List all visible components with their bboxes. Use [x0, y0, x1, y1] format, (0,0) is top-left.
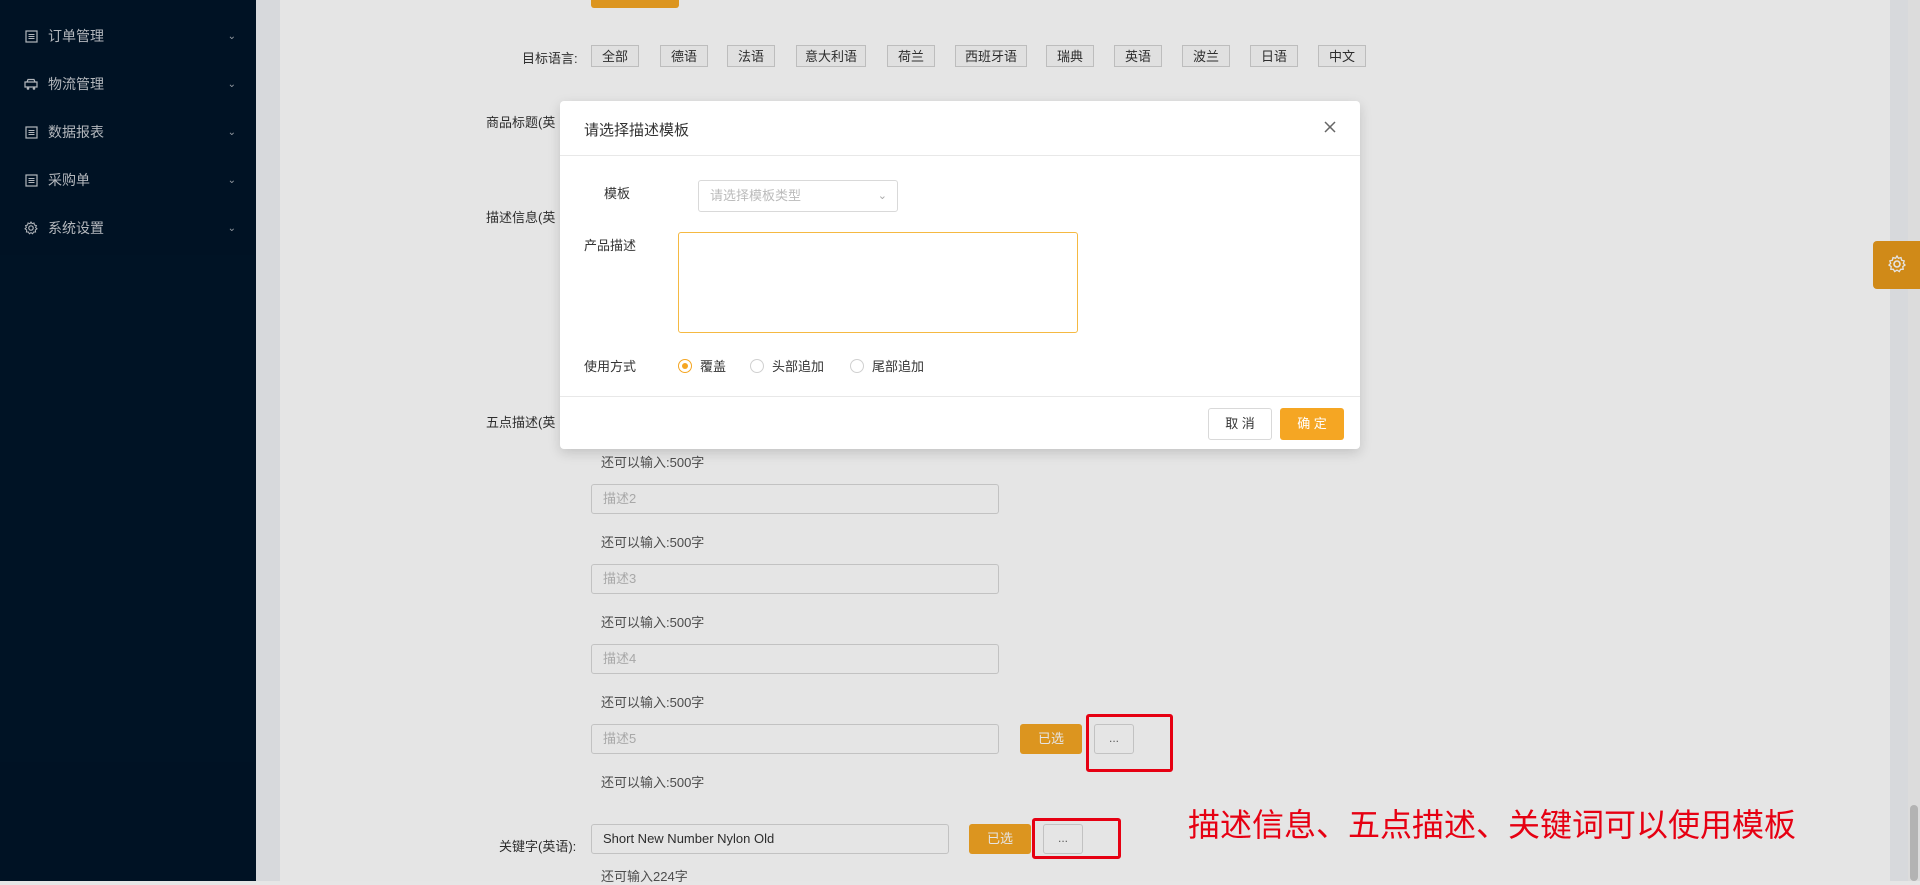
chevron-down-icon: ⌄ [227, 30, 236, 42]
product-title-label: 商品标题(英 [486, 115, 556, 130]
document-icon [24, 29, 38, 43]
lang-german[interactable]: 德语 [660, 45, 708, 67]
bullet-input-4[interactable]: 描述4 [591, 644, 999, 674]
sidebar-item-label: 订单管理 [48, 28, 104, 44]
keyword-input[interactable]: Short New Number Nylon Old [591, 824, 949, 854]
remaining-count: 还可以输入:500字 [601, 535, 705, 550]
product-desc-label: 产品描述 [584, 238, 637, 253]
radio-append[interactable]: 尾部追加 [850, 356, 924, 375]
sidebar: 订单管理 ⌄ 物流管理 ⌄ 数据报表 ⌄ 采购单 ⌄ 系统设置 ⌄ [0, 0, 256, 881]
sidebar-item-orders[interactable]: 订单管理 ⌄ [0, 12, 256, 60]
remaining-count: 还可以输入:500字 [601, 775, 705, 790]
radio-unchecked-icon [750, 358, 764, 373]
confirm-button[interactable]: 确 定 [1280, 408, 1344, 440]
chevron-down-icon: ⌄ [227, 222, 236, 234]
target-language-label: 目标语言: [522, 51, 578, 66]
radio-label: 尾部追加 [872, 359, 925, 374]
sidebar-item-settings[interactable]: 系统设置 ⌄ [0, 204, 256, 252]
radio-prepend[interactable]: 头部追加 [750, 356, 824, 375]
document-icon [24, 125, 38, 139]
product-desc-textarea[interactable] [678, 232, 1078, 333]
template-modal: 请选择描述模板 模板 请选择模板类型 ⌄ 产品描述 使用方式 覆盖 头部追加 尾… [560, 101, 1360, 449]
settings-tab[interactable] [1873, 241, 1920, 289]
document-icon [24, 173, 38, 187]
sidebar-item-label: 采购单 [48, 172, 90, 188]
remaining-count: 还可以输入:500字 [601, 615, 705, 630]
lang-japanese[interactable]: 日语 [1250, 45, 1298, 67]
chevron-down-icon: ⌄ [227, 126, 236, 138]
bullet-input-3[interactable]: 描述3 [591, 564, 999, 594]
sidebar-item-logistics[interactable]: 物流管理 ⌄ [0, 60, 256, 108]
sidebar-item-label: 物流管理 [48, 76, 104, 92]
radio-label: 头部追加 [772, 359, 825, 374]
radio-label: 覆盖 [700, 359, 727, 374]
remaining-count: 还可以输入:500字 [601, 695, 705, 710]
lang-swedish[interactable]: 瑞典 [1046, 45, 1094, 67]
close-icon[interactable] [1320, 117, 1340, 137]
lang-spanish[interactable]: 西班牙语 [955, 45, 1027, 67]
selected-button[interactable]: 已选 [1020, 724, 1082, 754]
sidebar-item-reports[interactable]: 数据报表 ⌄ [0, 108, 256, 156]
sidebar-item-purchase[interactable]: 采购单 ⌄ [0, 156, 256, 204]
submit-button-partial[interactable] [591, 0, 679, 8]
bullet-input-2[interactable]: 描述2 [591, 484, 999, 514]
cancel-button[interactable]: 取 消 [1208, 408, 1272, 440]
sidebar-item-label: 数据报表 [48, 124, 104, 140]
chevron-down-icon: ⌄ [227, 174, 236, 186]
chevron-down-icon: ⌄ [227, 78, 236, 90]
modal-footer: 取 消 确 定 [560, 396, 1360, 450]
description-label: 描述信息(英 [486, 210, 556, 225]
radio-unchecked-icon [850, 358, 864, 373]
template-label: 模板 [604, 186, 631, 201]
modal-title: 请选择描述模板 [584, 122, 690, 139]
highlight-box-keyword [1032, 818, 1121, 859]
lang-all[interactable]: 全部 [591, 45, 639, 67]
scrollbar[interactable] [1908, 0, 1920, 881]
lang-chinese[interactable]: 中文 [1318, 45, 1366, 67]
remaining-count: 还可以输入:500字 [601, 455, 705, 470]
radio-overwrite[interactable]: 覆盖 [678, 356, 726, 375]
lang-italian[interactable]: 意大利语 [796, 45, 866, 67]
radio-checked-icon [678, 358, 692, 373]
chevron-down-icon: ⌄ [877, 190, 887, 202]
sidebar-item-label: 系统设置 [48, 220, 104, 236]
truck-icon [24, 77, 38, 91]
keyword-selected-button[interactable]: 已选 [969, 824, 1031, 854]
highlight-box-bullet [1086, 714, 1173, 772]
lang-english[interactable]: 英语 [1114, 45, 1162, 67]
lang-french[interactable]: 法语 [727, 45, 775, 67]
template-select[interactable]: 请选择模板类型 ⌄ [698, 180, 898, 212]
lang-dutch[interactable]: 荷兰 [887, 45, 935, 67]
bullet-input-5[interactable]: 描述5 [591, 724, 999, 754]
keyword-remaining-count: 还可输入224字 [601, 869, 688, 884]
bullet-points-label: 五点描述(英 [486, 415, 556, 430]
usage-label: 使用方式 [584, 359, 637, 374]
annotation-text: 描述信息、五点描述、关键词可以使用模板 [1188, 807, 1797, 843]
lang-polish[interactable]: 波兰 [1182, 45, 1230, 67]
scrollbar-thumb[interactable] [1910, 805, 1918, 881]
gear-icon [24, 221, 38, 235]
gear-icon [1887, 254, 1907, 277]
modal-header: 请选择描述模板 [560, 101, 1360, 156]
keyword-label: 关键字(英语): [499, 839, 577, 854]
template-select-placeholder: 请选择模板类型 [710, 188, 802, 203]
